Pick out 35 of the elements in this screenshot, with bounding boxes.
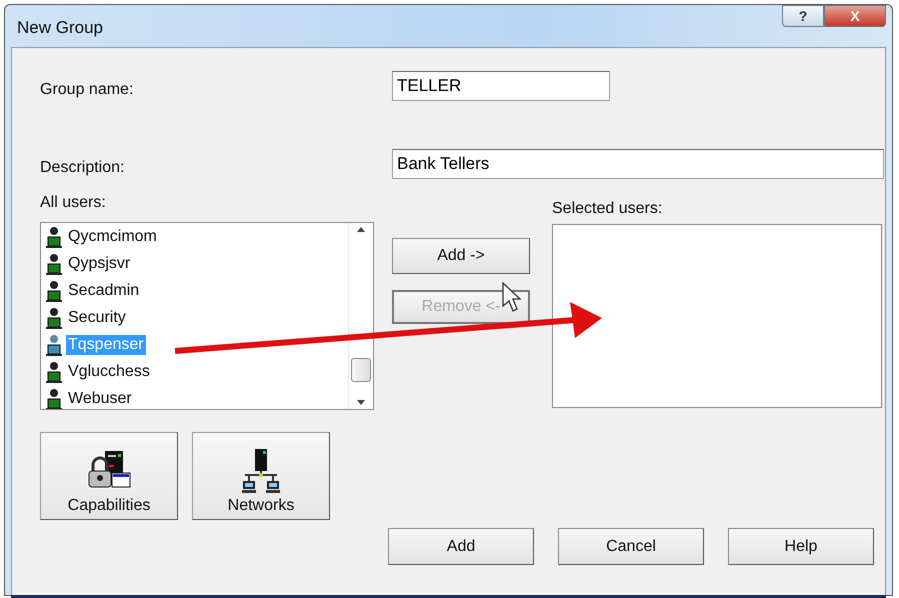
input-field[interactable]: Bank Tellers	[392, 149, 884, 179]
user-icon	[45, 252, 63, 274]
user-icon	[45, 388, 63, 409]
user-icon	[45, 334, 63, 356]
window-title: New Group	[17, 18, 103, 38]
scrollbar[interactable]	[348, 223, 373, 409]
network-icon	[239, 449, 283, 493]
capabilities-button[interactable]: Capabilities	[40, 432, 178, 520]
list-item[interactable]: Secadmin	[66, 280, 142, 300]
dialog-button[interactable]: Cancel	[558, 528, 704, 565]
scroll-thumb[interactable]	[351, 358, 371, 382]
user-icon	[45, 360, 63, 382]
list-item[interactable]: Security	[66, 308, 128, 328]
list-item[interactable]: Qycmcimom	[66, 226, 159, 246]
user-icon	[45, 280, 63, 302]
dialog-button[interactable]: Add	[388, 528, 534, 565]
list-item[interactable]: Vglucchess	[66, 362, 152, 382]
input-field[interactable]: TELLER	[392, 71, 610, 101]
user-icon	[45, 306, 63, 328]
mouse-cursor-icon	[502, 282, 522, 312]
scroll-up-icon[interactable]	[357, 227, 365, 232]
scroll-down-icon[interactable]	[357, 400, 365, 405]
selected-user-list[interactable]	[552, 224, 882, 408]
list-label: All users:	[40, 194, 107, 212]
help-button[interactable]: ?	[782, 5, 824, 27]
field-label: Group name:	[40, 81, 134, 99]
networks-button[interactable]: Networks	[192, 432, 330, 520]
list-item[interactable]: Qypsjsvr	[66, 254, 132, 274]
user-list[interactable]: Qycmcimom Qypsjsvr Secadmin Security Tqspenser Vglucchess Webuser	[40, 222, 374, 410]
list-item[interactable]: Webuser	[66, 388, 134, 408]
list-label: Selected users:	[552, 200, 664, 218]
add-button[interactable]: Add ->	[392, 238, 530, 274]
dialog-button[interactable]: Help	[728, 528, 874, 565]
field-label: Description:	[40, 159, 126, 177]
user-icon	[45, 226, 63, 248]
